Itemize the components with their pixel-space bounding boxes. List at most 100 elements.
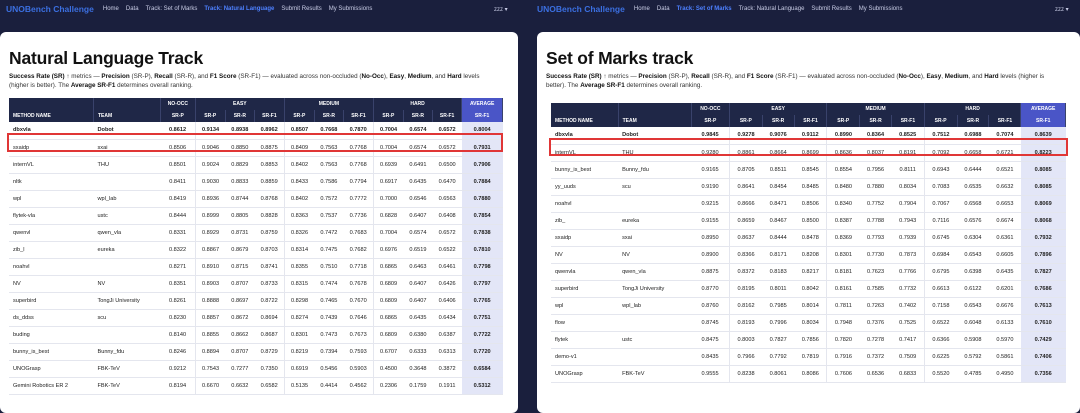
score-cell: 0.6407 [403, 275, 433, 293]
table-row[interactable]: noahvl 0.8271 0.8910 0.8715 0.8741 0.8355 0.75… [9, 258, 503, 276]
table-row[interactable]: NV NV 0.8900 0.8366 0.8171 0.8208 0.8301 0.7730… [551, 246, 1066, 264]
team-cell: FBK-TeV [93, 360, 161, 378]
header-metric[interactable]: SR-P [691, 115, 730, 127]
table-row[interactable]: flow 0.8745 0.8193 0.7996 0.8034 0.7948 0.7376… [551, 314, 1066, 332]
header-team[interactable]: TEAM [93, 110, 161, 122]
header-metric[interactable]: SR-R [859, 115, 893, 127]
nav-home[interactable]: Home [634, 6, 650, 12]
table-row[interactable]: dbxvla Dobot 0.9845 0.9278 0.9076 0.9112 0.899… [551, 127, 1066, 145]
table-row[interactable]: qwenvl qwen_vla 0.8331 0.8929 0.8731 0.8759 0.… [9, 224, 503, 242]
score-cell: 0.6572 [432, 122, 462, 140]
header-metric[interactable]: SR-F1 [891, 115, 925, 127]
score-cell: 0.6674 [988, 212, 1021, 230]
table-row[interactable]: flytek-vla ustc 0.8444 0.8999 0.8805 0.8828 0.… [9, 207, 503, 225]
score-cell: 0.7402 [891, 297, 925, 315]
average-cell: 0.7686 [1020, 280, 1066, 298]
score-cell: 0.6976 [372, 241, 404, 259]
team-cell: THU [618, 144, 692, 162]
header-metric[interactable]: SR-R [403, 110, 434, 122]
nav-natural-language[interactable]: Track: Natural Language [204, 6, 274, 12]
average-cell: 0.7798 [461, 258, 503, 276]
table-row[interactable]: demo-v1 0.8435 0.7966 0.7792 0.7819 0.7916 0.7… [551, 348, 1066, 366]
table-row[interactable]: bunny_is_best Bunny_fdu 0.8246 0.8894 0.8707… [9, 343, 503, 361]
header-metric[interactable]: SR-F1 [432, 110, 463, 122]
nav-data[interactable]: Data [657, 6, 670, 12]
header-metric[interactable]: SR-F1 [343, 110, 374, 122]
header-metric[interactable]: SR-P [195, 110, 226, 122]
nav-natural-language[interactable]: Track: Natural Language [739, 6, 805, 12]
table-row[interactable]: internVL THU 0.9280 0.8861 0.8664 0.8699 0.863… [551, 144, 1066, 162]
header-metric[interactable]: SR-R [762, 115, 795, 127]
table-row[interactable]: superbird TongJi University 0.8261 0.8888 0.… [9, 292, 503, 310]
team-cell: THU [93, 156, 161, 174]
table-row[interactable]: wpl wpl_lab 0.8760 0.8162 0.7985 0.8014 0.7811… [551, 297, 1066, 315]
score-cell: 0.7678 [343, 275, 374, 293]
table-row[interactable]: UNOGrasp FBK-TeV 0.9212 0.7543 0.7277 0.7350 0… [9, 360, 503, 378]
table-row[interactable]: sxaidp sxai 0.8950 0.8637 0.8444 0.8478 0.8369… [551, 229, 1066, 247]
table-row[interactable]: flytek ustc 0.8475 0.8003 0.7827 0.7856 0.7820… [551, 331, 1066, 349]
table-row[interactable]: internVL THU 0.8501 0.9024 0.8829 0.8853 0.840… [9, 156, 503, 174]
table-row[interactable]: UNOGrasp FBK-TeV 0.9555 0.8238 0.8061 0.8086 0… [551, 365, 1066, 383]
header-metric[interactable]: SR-P [729, 115, 763, 127]
header-metric[interactable]: SR-F1 [988, 115, 1022, 127]
user-menu[interactable]: zzz ▾ [494, 6, 508, 13]
score-cell: 0.8855 [194, 326, 226, 344]
table-row[interactable]: superbird TongJi University 0.8770 0.8195 0.… [551, 280, 1066, 298]
header-metric[interactable]: SR-P [284, 110, 315, 122]
score-cell: 0.7856 [794, 331, 827, 349]
brand-logo[interactable]: UNOBench Challenge [6, 4, 94, 14]
header-method[interactable]: METHOD NAME [551, 115, 619, 127]
nav-set-of-marks[interactable]: Track: Set of Marks [146, 6, 198, 12]
table-row[interactable]: Gemini Robotics ER 2 FBK-TeV 0.8194 0.6670 0… [9, 377, 503, 395]
table-row[interactable]: ds_ddss scu 0.8230 0.8857 0.8672 0.8694 0.8274… [9, 309, 503, 327]
header-metric[interactable]: SR-P [826, 115, 861, 127]
table-row[interactable]: NV NV 0.8351 0.8903 0.8707 0.8733 0.8315 0.7474… [9, 275, 503, 293]
header-team[interactable]: TEAM [618, 115, 692, 127]
score-cell: 0.8364 [859, 127, 892, 145]
table-row[interactable]: buding 0.8140 0.8855 0.8662 0.8687 0.8301 0.74… [9, 326, 503, 344]
header-metric[interactable]: SR-F1 [1020, 115, 1066, 127]
table-row[interactable]: zib_l eureka 0.8322 0.8867 0.8679 0.8703 0.831… [9, 241, 503, 259]
header-metric[interactable]: SR-F1 [794, 115, 828, 127]
score-cell: 0.7572 [314, 190, 344, 208]
table-row[interactable]: wpl wpl_lab 0.8419 0.8936 0.8744 0.8768 0.8402… [9, 190, 503, 208]
nav-my-submissions[interactable]: My Submissions [859, 6, 903, 12]
method-name-cell: demo-v1 [551, 348, 619, 366]
header-metric[interactable]: SR-P [160, 110, 196, 122]
score-cell: 0.6470 [432, 173, 462, 191]
table-row[interactable]: zib_ eureka 0.9155 0.8659 0.8467 0.8500 0.8387… [551, 212, 1066, 230]
header-metric[interactable]: SR-P [924, 115, 958, 127]
header-metric[interactable]: SR-R [314, 110, 344, 122]
team-cell: Dobot [93, 122, 161, 140]
nav-data[interactable]: Data [126, 6, 139, 12]
score-cell: 0.6522 [923, 314, 957, 332]
header-metric[interactable]: SR-R [225, 110, 255, 122]
score-cell: 0.8500 [794, 212, 827, 230]
table-row[interactable]: nltk 0.8411 0.9030 0.8833 0.8859 0.8433 0.7586… [9, 173, 503, 191]
nav-submit-results[interactable]: Submit Results [811, 6, 851, 12]
score-cell: 0.5903 [343, 360, 374, 378]
table-row[interactable]: qwenvla qwen_vla 0.8875 0.8372 0.8183 0.8217 0… [551, 263, 1066, 281]
score-cell: 0.5456 [314, 360, 344, 378]
brand-logo[interactable]: UNOBench Challenge [537, 4, 625, 14]
table-row[interactable]: sxaidp sxai 0.8506 0.9046 0.8850 0.8875 0.8409… [9, 139, 503, 157]
score-cell: 0.8903 [194, 275, 226, 293]
header-metric[interactable]: SR-F1 [461, 110, 503, 122]
nav-set-of-marks[interactable]: Track: Set of Marks [677, 6, 732, 12]
average-cell: 0.8085 [1020, 161, 1066, 179]
nav-submit-results[interactable]: Submit Results [281, 6, 321, 12]
header-method[interactable]: METHOD NAME [9, 110, 94, 122]
average-cell: 0.8068 [1020, 212, 1066, 230]
header-metric[interactable]: SR-F1 [254, 110, 285, 122]
table-row[interactable]: noahvl 0.9215 0.8666 0.8471 0.8506 0.8340 0.77… [551, 195, 1066, 213]
team-cell: FBK-TeV [93, 377, 161, 395]
nav-my-submissions[interactable]: My Submissions [329, 6, 373, 12]
nav-home[interactable]: Home [103, 6, 119, 12]
score-cell: 0.7092 [923, 144, 957, 162]
table-row[interactable]: bunny_is_best Bunny_fdu 0.9165 0.8705 0.8511… [551, 161, 1066, 179]
user-menu[interactable]: zzz ▾ [1055, 6, 1069, 13]
header-metric[interactable]: SR-P [373, 110, 404, 122]
table-row[interactable]: yy_uuds scu 0.9190 0.8641 0.8454 0.8485 0.8480… [551, 178, 1066, 196]
header-metric[interactable]: SR-R [957, 115, 990, 127]
table-row[interactable]: dbxvla Dobot 0.8612 0.9134 0.8938 0.8962 0.850… [9, 122, 503, 140]
